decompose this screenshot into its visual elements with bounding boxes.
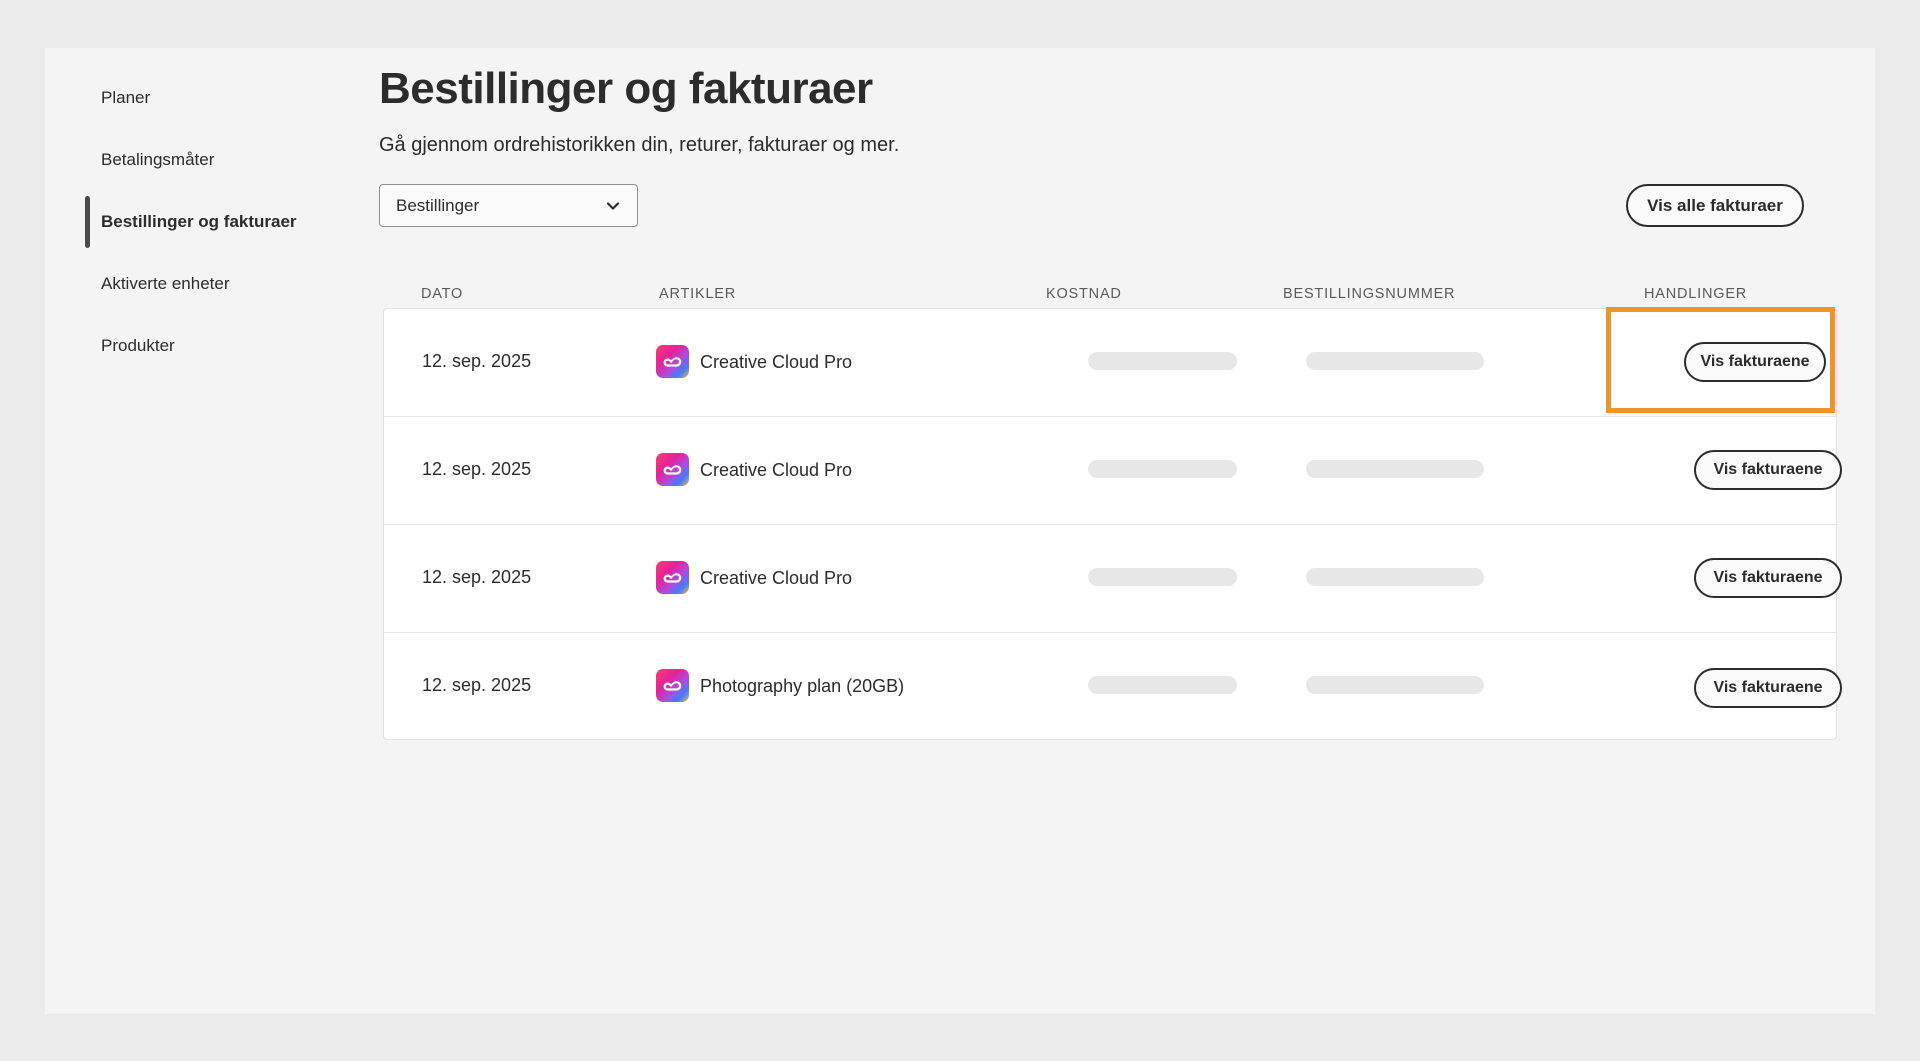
- page-subtitle: Gå gjennom ordrehistorikken din, returer…: [379, 134, 900, 156]
- redacted-cost: [1088, 352, 1237, 370]
- redacted-order-number: [1306, 568, 1484, 586]
- orders-filter-select[interactable]: Bestillinger: [379, 184, 638, 227]
- order-date: 12. sep. 2025: [422, 675, 532, 695]
- chevron-down-icon: [606, 201, 620, 210]
- table-row: 12. sep. 2025 Creative Cloud Pro Vis fak…: [384, 417, 1842, 525]
- active-nav-indicator: [85, 196, 90, 248]
- orders-filter-value: Bestillinger: [396, 195, 480, 215]
- redacted-order-number: [1306, 676, 1484, 694]
- table-row: 12. sep. 2025 Creative Cloud Pro Vis fak…: [384, 525, 1842, 633]
- redacted-cost: [1088, 676, 1237, 694]
- view-all-invoices-button[interactable]: Vis alle fakturaer: [1626, 184, 1804, 227]
- sidebar-item-products[interactable]: Produkter: [101, 336, 175, 356]
- view-invoices-button[interactable]: Vis fakturaene: [1694, 668, 1842, 708]
- sidebar-item-plans[interactable]: Planer: [101, 88, 150, 108]
- table-row: 12. sep. 2025 Photography plan (20GB) Vi…: [384, 633, 1842, 741]
- sidebar-item-activated-devices[interactable]: Aktiverte enheter: [101, 274, 230, 294]
- creative-cloud-icon: [656, 453, 689, 486]
- redacted-order-number: [1306, 460, 1484, 478]
- sidebar-item-payment-methods[interactable]: Betalingsmåter: [101, 150, 214, 170]
- order-article: Photography plan (20GB): [700, 676, 905, 696]
- creative-cloud-icon: [656, 561, 689, 594]
- column-header-order-number: BESTILLINGSNUMMER: [1283, 286, 1456, 302]
- redacted-cost: [1088, 568, 1237, 586]
- column-header-cost: KOSTNAD: [1046, 286, 1122, 302]
- sidebar-item-orders-invoices[interactable]: Bestillinger og fakturaer: [101, 212, 297, 232]
- sidebar: Planer Betalingsmåter Bestillinger og fa…: [45, 48, 385, 1014]
- column-header-date: DATO: [421, 286, 464, 302]
- order-article: Creative Cloud Pro: [700, 352, 853, 372]
- page-title: Bestillinger og fakturaer: [379, 64, 873, 113]
- order-article: Creative Cloud Pro: [700, 460, 853, 480]
- order-article: Creative Cloud Pro: [700, 568, 853, 588]
- table-row: 12. sep. 2025 Creative Cloud Pro Vis fak…: [384, 309, 1836, 417]
- redacted-cost: [1088, 460, 1237, 478]
- column-header-articles: ARTIKLER: [659, 286, 737, 302]
- order-date: 12. sep. 2025: [422, 567, 532, 587]
- column-header-actions: HANDLINGER: [1644, 286, 1748, 302]
- redacted-order-number: [1306, 352, 1484, 370]
- creative-cloud-icon: [656, 669, 689, 702]
- view-invoices-button[interactable]: Vis fakturaene: [1694, 558, 1842, 598]
- orders-table: 12. sep. 2025 Creative Cloud Pro Vis fak…: [383, 308, 1842, 741]
- view-invoices-button[interactable]: Vis fakturaene: [1684, 342, 1826, 382]
- order-date: 12. sep. 2025: [422, 459, 532, 479]
- page-panel: Planer Betalingsmåter Bestillinger og fa…: [45, 48, 1875, 1014]
- creative-cloud-icon: [656, 345, 689, 378]
- order-date: 12. sep. 2025: [422, 351, 532, 371]
- view-invoices-button[interactable]: Vis fakturaene: [1694, 450, 1842, 490]
